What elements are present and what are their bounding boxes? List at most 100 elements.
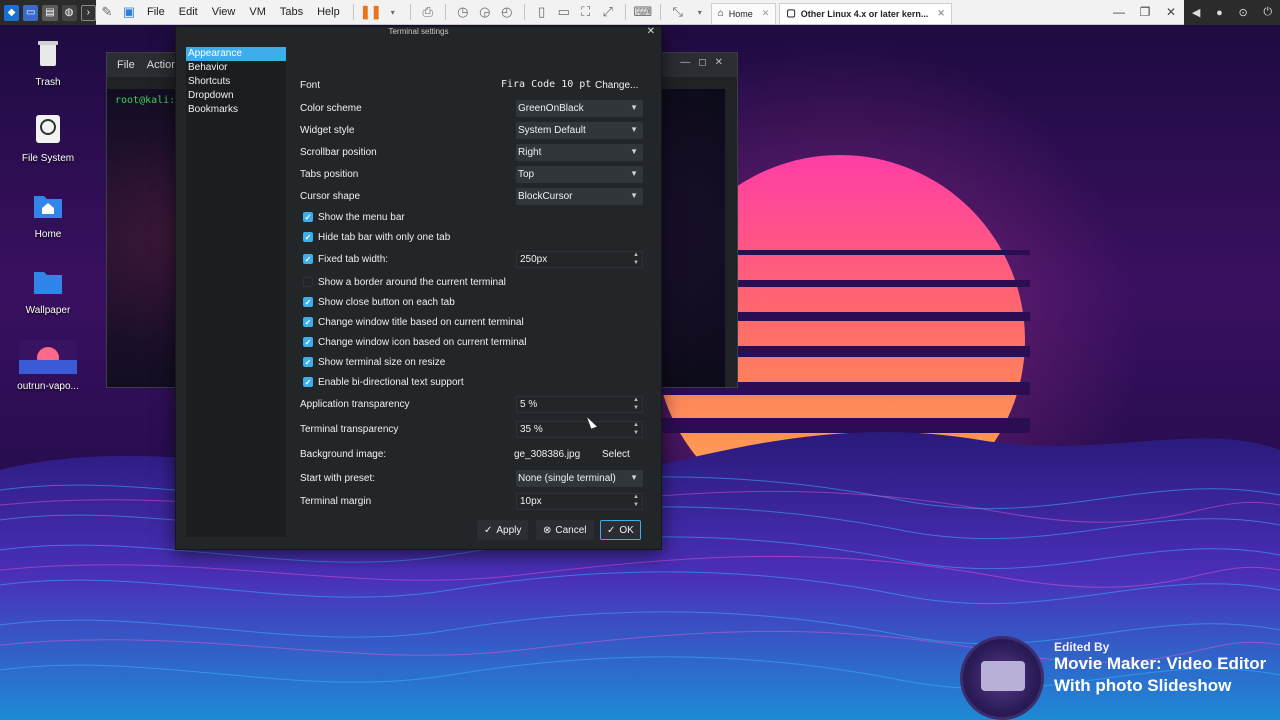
nav-item-appearance[interactable]: Appearance [186, 47, 286, 61]
show-desktop-icon[interactable]: ▭ [23, 4, 39, 21]
nav-item-bookmarks[interactable]: Bookmarks [186, 103, 286, 117]
volume-icon[interactable]: ◀ [1192, 6, 1200, 19]
fullscreen-icon[interactable]: ⤡ [667, 3, 689, 21]
kali-menu-icon[interactable]: ◆ [4, 4, 20, 21]
term-transparency-spinbox[interactable]: 35 % ▲ ▼ [516, 420, 643, 438]
lock-icon[interactable]: ⊙ [1238, 6, 1247, 19]
term-transparency-label: Terminal transparency [300, 423, 399, 435]
tab-home[interactable]: ⌂ Home ✕ [710, 2, 777, 24]
fixed-tab-width-spinbox[interactable]: 250px ▲ ▼ [516, 250, 643, 268]
vm-menu-edit[interactable]: Edit [172, 6, 205, 18]
video-editor-watermark: Edited By Movie Maker: Video Editor With… [960, 636, 1280, 720]
close-icon[interactable]: ✕ [647, 26, 655, 37]
spin-arrows-icon[interactable]: ▲ ▼ [633, 396, 639, 412]
maximize-icon[interactable]: ❐ [1132, 2, 1158, 22]
show-border-checkbox[interactable]: Show a border around the current termina… [300, 277, 506, 288]
tabs-position-select[interactable]: Top ▼ [516, 165, 643, 183]
vm-menu-file[interactable]: File [140, 6, 172, 18]
widget-style-select[interactable]: System Default ▼ [516, 121, 643, 139]
preset-row: Start with preset: None (single terminal… [300, 469, 645, 487]
scrollbar-position-select[interactable]: Right ▼ [516, 143, 643, 161]
fit-guest-icon[interactable]: ⛶ [575, 3, 597, 21]
desktop-icon-outrun[interactable]: outrun-vapo... [13, 340, 83, 392]
app-transparency-spinbox[interactable]: 5 % ▲ ▼ [516, 395, 643, 413]
power-icon[interactable]: ⏻ [1263, 6, 1272, 19]
library-icon[interactable]: ▯ [531, 3, 553, 21]
background-image-select-button[interactable]: Select [602, 445, 630, 463]
cancel-icon: ⊗ [543, 524, 552, 536]
preset-select[interactable]: None (single terminal) ▼ [516, 469, 643, 487]
show-border-label: Show a border around the current termina… [318, 276, 506, 288]
chevron-down-icon: ▼ [630, 146, 638, 156]
background-image-path[interactable]: ge_308386.jpg [514, 445, 580, 463]
fixed-tab-width-checkbox[interactable]: ✓ Fixed tab width: [300, 254, 388, 265]
window-icon-checkbox[interactable]: ✓ Change window icon based on current te… [300, 337, 526, 348]
terminal-window-controls[interactable]: —◻✕ [680, 57, 731, 68]
dropdown-arrow-icon[interactable]: ▾ [689, 3, 711, 21]
check-icon: ✓ [484, 524, 493, 536]
vm-menu-tabs[interactable]: Tabs [273, 6, 310, 18]
vm-menu-vm[interactable]: VM [242, 6, 273, 18]
checkbox-unchecked-icon [303, 277, 313, 287]
toolbar-separator [624, 4, 626, 20]
color-scheme-select[interactable]: GreenOnBlack ▼ [516, 99, 643, 117]
desktop-icon-label: Trash [35, 77, 61, 88]
hide-tab-bar-checkbox[interactable]: ✓ Hide tab bar with only one tab [300, 232, 450, 243]
font-change-button[interactable]: Change... [595, 76, 638, 94]
cursor-shape-select[interactable]: BlockCursor ▼ [516, 187, 643, 205]
terminal-size-row: ✓ Show terminal size on resize [300, 353, 645, 371]
ok-button[interactable]: ✓ OK [600, 520, 641, 540]
close-window-icon[interactable]: ✕ [1158, 2, 1184, 22]
notification-icon[interactable]: ● [1216, 7, 1223, 19]
desktop-icon-home[interactable]: Home [13, 188, 83, 240]
toolbar-separator [352, 4, 354, 20]
bidi-checkbox[interactable]: ✓ Enable bi-directional text support [300, 377, 464, 388]
spin-arrows-icon[interactable]: ▲ ▼ [633, 493, 639, 509]
console-view-icon[interactable]: ⌨ [632, 3, 654, 21]
terminal-launcher-icon[interactable]: › [80, 4, 96, 21]
file-manager-icon[interactable]: ▤ [42, 4, 58, 21]
watermark-line-2: Movie Maker: Video Editor [1054, 654, 1267, 673]
show-close-button-checkbox[interactable]: ✓ Show close button on each tab [300, 297, 455, 308]
nav-item-shortcuts[interactable]: Shortcuts [186, 75, 286, 89]
vm-menu-help[interactable]: Help [310, 6, 347, 18]
font-row: Font Fira Code 10 pt Change... [300, 76, 645, 94]
send-keys-icon[interactable]: ⎙ [417, 3, 439, 21]
pause-icon[interactable]: ❚❚ [360, 3, 382, 21]
desktop-icon-file-system[interactable]: File System [13, 112, 83, 164]
close-icon[interactable]: ✕ [762, 8, 770, 19]
pin-icon[interactable]: ✎ [96, 3, 118, 21]
stretch-guest-icon[interactable]: ⤢ [597, 3, 619, 21]
vm-menu-view[interactable]: View [205, 6, 243, 18]
apply-button[interactable]: ✓ Apply [477, 520, 529, 540]
watermark-line-3: With photo Slideshow [1054, 676, 1232, 695]
terminal-menu-file[interactable]: File [117, 59, 135, 71]
revert-snapshot-icon[interactable]: ◶ [474, 3, 496, 21]
cancel-button[interactable]: ⊗ Cancel [536, 520, 594, 540]
terminal-size-checkbox[interactable]: ✓ Show terminal size on resize [300, 357, 445, 368]
thumbnail-bar-icon[interactable]: ▭ [553, 3, 575, 21]
toolbar-separator [444, 4, 446, 20]
window-icon-label: Change window icon based on current term… [318, 336, 527, 348]
dropdown-arrow-icon[interactable]: ▾ [382, 3, 404, 21]
nav-item-dropdown[interactable]: Dropdown [186, 89, 286, 103]
chevron-down-icon: ▼ [630, 190, 638, 200]
show-menu-bar-checkbox[interactable]: ✓ Show the menu bar [300, 212, 405, 223]
snapshot-manager-icon[interactable]: ◴ [496, 3, 518, 21]
snapshot-icon[interactable]: ◷ [452, 3, 474, 21]
browser-icon[interactable]: ◍ [61, 4, 77, 21]
spin-arrows-icon[interactable]: ▲ ▼ [633, 251, 639, 267]
cursor-shape-value: BlockCursor [518, 190, 573, 202]
minimize-icon[interactable]: — [1106, 2, 1132, 22]
nav-item-behavior[interactable]: Behavior [186, 61, 286, 75]
window-title-checkbox[interactable]: ✓ Change window title based on current t… [300, 317, 524, 328]
desktop-icon-wallpaper[interactable]: Wallpaper [13, 264, 83, 316]
margin-spinbox[interactable]: 10px ▲ ▼ [516, 492, 643, 510]
close-icon[interactable]: ✕ [937, 8, 945, 19]
chevron-down-icon: ▼ [630, 102, 638, 112]
desktop-icon-trash[interactable]: Trash [13, 36, 83, 88]
spin-arrows-icon[interactable]: ▲ ▼ [633, 421, 639, 437]
tab-vm-linux[interactable]: ▢ Other Linux 4.x or later kern... ✕ [779, 2, 952, 24]
window-title-row: ✓ Change window title based on current t… [300, 313, 645, 331]
ok-label: OK [619, 524, 634, 536]
